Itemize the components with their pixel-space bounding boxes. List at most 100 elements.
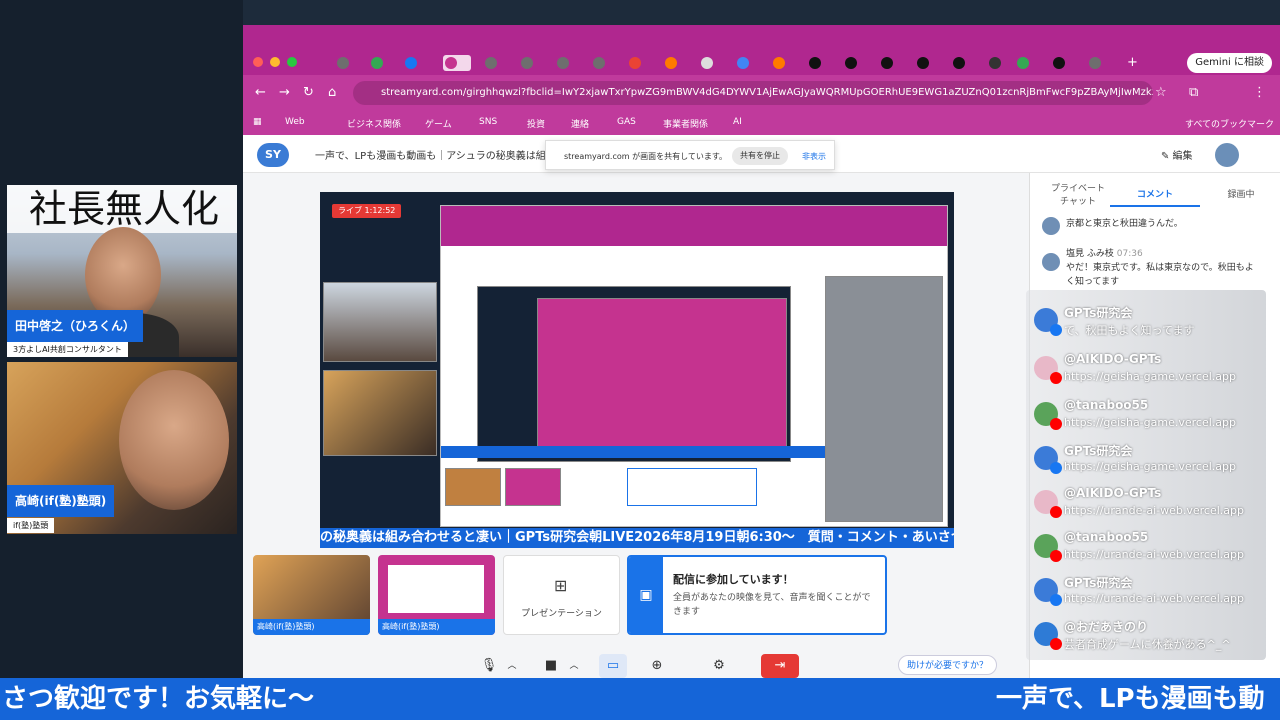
browser-tab[interactable] xyxy=(483,55,511,71)
reload-icon[interactable]: ↻ xyxy=(303,85,314,100)
bottom-ticker: さつ歓迎です！お気軽に〜 一声で、LPも漫画も動 xyxy=(0,678,1280,720)
url-input[interactable]: streamyard.com/girghhqwzi?fbclid=IwY2xja… xyxy=(353,81,1153,105)
back-icon[interactable]: ← xyxy=(255,85,266,100)
extensions-icon[interactable]: ⧉ xyxy=(1189,85,1198,100)
bookmark-folder[interactable]: 連絡 xyxy=(571,117,589,130)
screen-share-tile[interactable]: 高崎(if(塾)塾頭) xyxy=(378,555,495,635)
bookmark-folder[interactable]: 投資 xyxy=(527,117,545,130)
close-window-button[interactable] xyxy=(253,57,263,67)
facebook-icon xyxy=(1050,462,1062,474)
commenter-name: 塩見 ふみ枝 xyxy=(1066,249,1114,259)
browser-tab[interactable] xyxy=(335,55,363,71)
add-presentation-icon[interactable]: ⊕ xyxy=(643,654,671,678)
tab-comments[interactable]: コメント xyxy=(1120,187,1190,200)
bookmark-folder[interactable]: 事業者関係 xyxy=(663,117,708,130)
chat-text: https://geisha-game.vercel.app xyxy=(1064,460,1236,473)
new-tab-icon[interactable]: + xyxy=(1127,55,1138,70)
browser-tab[interactable] xyxy=(369,55,397,71)
comment-text: 京都と東京と秋田違うんだ。 xyxy=(1066,219,1183,229)
browser-tab[interactable] xyxy=(663,55,691,71)
stop-share-button[interactable]: 共有を停止 xyxy=(732,147,788,165)
chat-text: https://geisha-game.vercel.app xyxy=(1064,416,1236,429)
participant-name: 高崎(if(塾)塾頭) xyxy=(253,619,370,635)
browser-tab[interactable] xyxy=(807,55,835,71)
edit-button[interactable]: ✎ 編集 xyxy=(1161,147,1193,162)
speaker-panel: 社長無人化 田中啓之（ひろくん） 3方よしAI共創コンサルタント 高崎(if(塾… xyxy=(0,0,243,678)
presentation-tile[interactable]: ⊞ プレゼンテーション xyxy=(503,555,620,635)
browser-tab[interactable] xyxy=(951,55,979,71)
bookmark-star-icon[interactable]: ☆ xyxy=(1155,85,1167,100)
gear-icon[interactable]: ⚙ xyxy=(705,654,733,678)
youtube-icon xyxy=(1050,506,1062,518)
browser-tab[interactable] xyxy=(879,55,907,71)
all-bookmarks-folder[interactable]: すべてのブックマーク xyxy=(1185,117,1274,130)
chevron-up-icon[interactable]: ︿ xyxy=(503,654,521,678)
browser-tab[interactable] xyxy=(403,55,431,71)
bookmark-folder[interactable]: AI xyxy=(733,117,742,127)
browser-tab[interactable] xyxy=(735,55,763,71)
comment-item: 塩見 ふみ枝 07:36 やだ！東京式です。私は東京なので。秋田もよく知ってます xyxy=(1066,247,1256,289)
youtube-icon xyxy=(1050,418,1062,430)
forward-icon[interactable]: → xyxy=(279,85,290,100)
browser-tab[interactable] xyxy=(519,55,547,71)
apps-icon[interactable]: ▦ xyxy=(253,117,262,127)
facebook-icon xyxy=(1050,594,1062,606)
browser-tab[interactable] xyxy=(915,55,943,71)
screen-share-icon[interactable]: ▭ xyxy=(599,654,627,678)
bookmark-folder[interactable]: ビジネス関係 xyxy=(347,117,401,130)
comment-time: 07:36 xyxy=(1116,249,1143,259)
bookmark-folder[interactable]: GAS xyxy=(617,117,636,127)
tab-private-chat[interactable]: プライベートチャット xyxy=(1048,181,1108,207)
minimize-window-button[interactable] xyxy=(270,57,280,67)
app-header: SY 一声で、LPも漫画も動画も｜アシュラの秘奥義は組み合わせると凄い stre… xyxy=(243,135,1280,173)
nested-tile xyxy=(445,468,501,506)
tab-recording[interactable]: 録画中 xyxy=(1216,187,1266,200)
browser-tab[interactable] xyxy=(1087,55,1115,71)
speaker-name-tag: 高崎(if(塾)塾頭) xyxy=(7,485,115,517)
live-badge: ライブ 1:12:52 xyxy=(332,204,402,218)
browser-tab[interactable] xyxy=(591,55,619,71)
browser-tab[interactable] xyxy=(1015,55,1043,71)
chat-author: GPTs研究会 xyxy=(1064,444,1133,458)
stage-ticker: の秘奥義は組み合わせると凄い｜GPTs研究会朝LIVE2026年8月19日朝6:… xyxy=(320,528,954,548)
leave-studio-button[interactable]: ⇥ xyxy=(761,654,799,678)
chat-text: https://urande-ai-web.vercel.app xyxy=(1064,592,1244,605)
browser-tab[interactable] xyxy=(1051,55,1079,71)
home-icon[interactable]: ⌂ xyxy=(328,85,336,100)
browser-tab[interactable] xyxy=(771,55,799,71)
bookmark-folder[interactable]: SNS xyxy=(479,117,497,127)
participant-tile[interactable]: 高崎(if(塾)塾頭) xyxy=(253,555,370,635)
camera-icon[interactable]: ■ xyxy=(537,654,565,678)
browser-tab[interactable] xyxy=(699,55,727,71)
nested-ticker xyxy=(441,446,825,458)
presentation-label: プレゼンテーション xyxy=(521,609,602,619)
browser-tab[interactable] xyxy=(987,55,1015,71)
hide-notice-button[interactable]: 非表示 xyxy=(802,151,826,162)
chat-message: @AIKIDO-GPTs https://urande-ai-web.verce… xyxy=(1034,486,1266,526)
maximize-window-button[interactable] xyxy=(287,57,297,67)
browser-tab-active[interactable] xyxy=(443,55,471,71)
share-notice-text: streamyard.com が画面を共有しています。 xyxy=(564,152,728,161)
commenter-avatar xyxy=(1042,217,1060,235)
nested-screen xyxy=(537,298,787,448)
browser-tab[interactable] xyxy=(555,55,583,71)
presentation-icon: ⊞ xyxy=(554,576,568,595)
avatar[interactable] xyxy=(1215,143,1239,167)
speaker-subtitle: 3方よしAI共創コンサルタント xyxy=(7,342,128,357)
gemini-button[interactable]: Gemini に相談 xyxy=(1187,53,1272,73)
address-bar: ← → ↻ ⌂ streamyard.com/girghhqwzi?fbclid… xyxy=(243,75,1280,111)
chat-author: @AIKIDO-GPTs xyxy=(1064,486,1162,500)
browser-tab[interactable] xyxy=(843,55,871,71)
chevron-up-icon[interactable]: ︿ xyxy=(565,654,583,678)
tab-indicator xyxy=(1110,205,1200,207)
menu-icon[interactable]: ⋮ xyxy=(1253,85,1266,100)
browser-tab[interactable] xyxy=(627,55,655,71)
tab-bar: + Gemini に相談 xyxy=(243,25,1280,75)
bookmark-folder[interactable]: ゲーム xyxy=(425,117,452,130)
chat-author: @おだあきのり xyxy=(1064,620,1149,634)
speaker-subtitle: if(塾)塾頭 xyxy=(7,518,55,533)
help-button[interactable]: 助けが必要ですか？ xyxy=(898,655,998,675)
screen-thumbnail xyxy=(388,565,484,613)
microphone-icon[interactable]: 🎙 xyxy=(475,654,503,678)
bookmark-folder[interactable]: Web xyxy=(285,117,305,127)
